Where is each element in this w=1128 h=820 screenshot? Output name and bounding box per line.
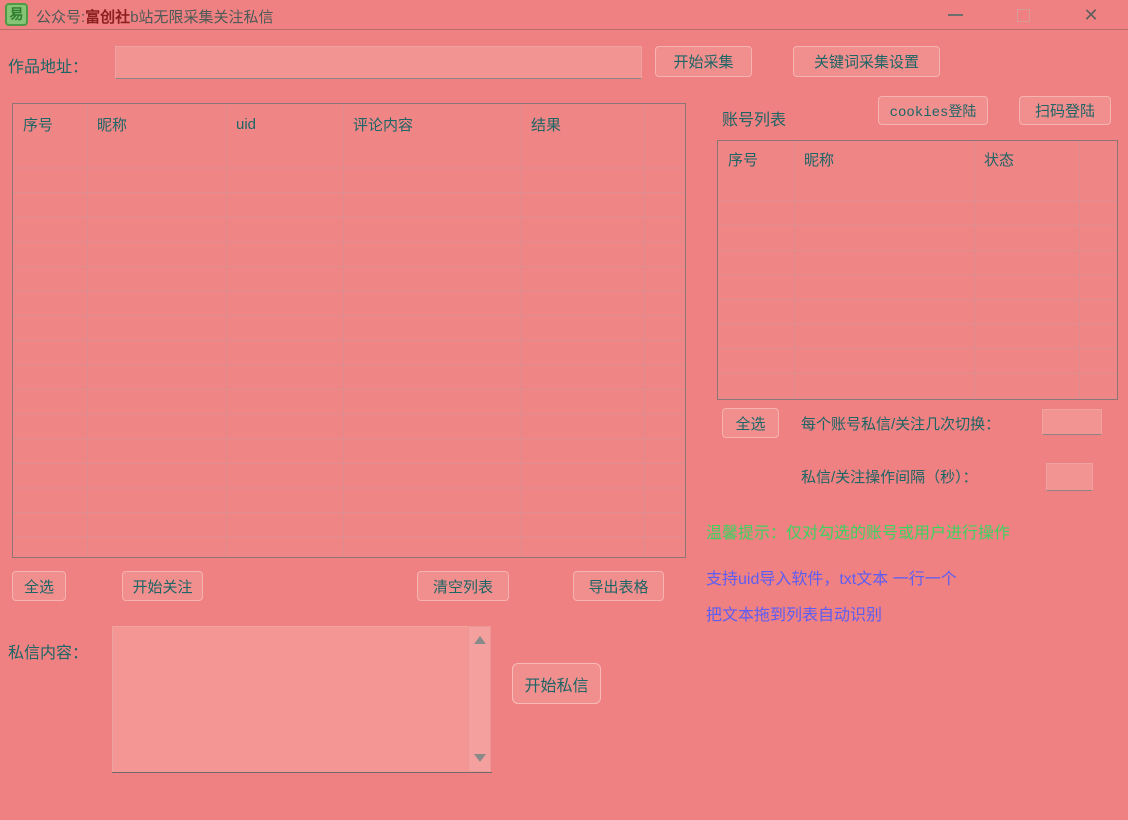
title-brand: 富创社 <box>85 9 130 26</box>
titlebar: 易 公众号:富创社b站无限采集关注私信 ✕ <box>0 0 1128 30</box>
column-header-index: 序号 <box>718 149 794 170</box>
switch-count-input[interactable] <box>1042 409 1102 435</box>
title-prefix: 公众号: <box>36 9 85 26</box>
message-content-label: 私信内容： <box>8 639 88 663</box>
comments-table-body[interactable] <box>13 144 685 557</box>
scroll-up-icon[interactable] <box>474 636 486 644</box>
scroll-down-icon[interactable] <box>474 754 486 762</box>
accounts-table-body[interactable] <box>718 177 1117 399</box>
app-window: 易 公众号:富创社b站无限采集关注私信 ✕ 作品地址： 开始采集 关键词采集设置… <box>0 0 1128 820</box>
column-header-nickname: 昵称 <box>794 149 974 170</box>
interval-seconds-input[interactable] <box>1046 463 1093 491</box>
column-header-comment: 评论内容 <box>343 114 521 135</box>
clear-list-button[interactable]: 清空列表 <box>417 571 509 601</box>
maximize-button[interactable] <box>1000 0 1046 30</box>
comments-table[interactable]: 序号 昵称 uid 评论内容 结果 <box>12 103 686 558</box>
scan-qr-login-button[interactable]: 扫码登陆 <box>1019 96 1111 125</box>
accounts-table[interactable]: 序号 昵称 状态 <box>717 140 1118 400</box>
start-collect-button[interactable]: 开始采集 <box>655 46 752 77</box>
window-title: 公众号:富创社b站无限采集关注私信 <box>36 6 274 27</box>
cookies-login-button[interactable]: cookies登陆 <box>878 96 988 125</box>
column-header-uid: uid <box>226 116 343 133</box>
accounts-table-header: 序号 昵称 状态 <box>718 141 1117 177</box>
export-table-button[interactable]: 导出表格 <box>573 571 664 601</box>
warm-tip-text: 温馨提示：仅对勾选的账号或用户进行操作 <box>706 519 1010 543</box>
close-button[interactable]: ✕ <box>1068 0 1114 30</box>
textarea-underline <box>112 772 492 773</box>
keyword-collect-settings-button[interactable]: 关键词采集设置 <box>793 46 940 77</box>
column-header-result: 结果 <box>521 114 644 135</box>
comments-select-all-button[interactable]: 全选 <box>12 571 66 601</box>
column-header-status: 状态 <box>974 149 1079 170</box>
uid-import-tip-line2: 把文本拖到列表自动识别 <box>706 601 882 625</box>
work-address-input[interactable] <box>115 46 642 79</box>
start-private-message-button[interactable]: 开始私信 <box>512 663 601 704</box>
scrollbar[interactable] <box>468 626 491 772</box>
interval-seconds-label: 私信/关注操作间隔（秒）： <box>801 466 978 487</box>
start-follow-button[interactable]: 开始关注 <box>122 571 203 601</box>
uid-import-tip-line1: 支持uid导入软件，txt文本 一行一个 <box>706 565 957 589</box>
message-content-textarea[interactable] <box>112 626 468 772</box>
accounts-list-label: 账号列表 <box>722 106 786 130</box>
maximize-icon <box>1017 9 1030 22</box>
close-icon: ✕ <box>1083 5 1098 26</box>
switch-count-label: 每个账号私信/关注几次切换： <box>801 413 1000 434</box>
minimize-icon <box>948 14 963 16</box>
app-icon: 易 <box>5 3 28 26</box>
accounts-select-all-button[interactable]: 全选 <box>722 408 779 438</box>
comments-table-header: 序号 昵称 uid 评论内容 结果 <box>13 104 685 144</box>
title-suffix: b站无限采集关注私信 <box>130 9 273 26</box>
column-header-index: 序号 <box>13 114 87 135</box>
work-address-label: 作品地址： <box>8 53 88 77</box>
column-header-nickname: 昵称 <box>87 114 226 135</box>
minimize-button[interactable] <box>932 0 978 30</box>
